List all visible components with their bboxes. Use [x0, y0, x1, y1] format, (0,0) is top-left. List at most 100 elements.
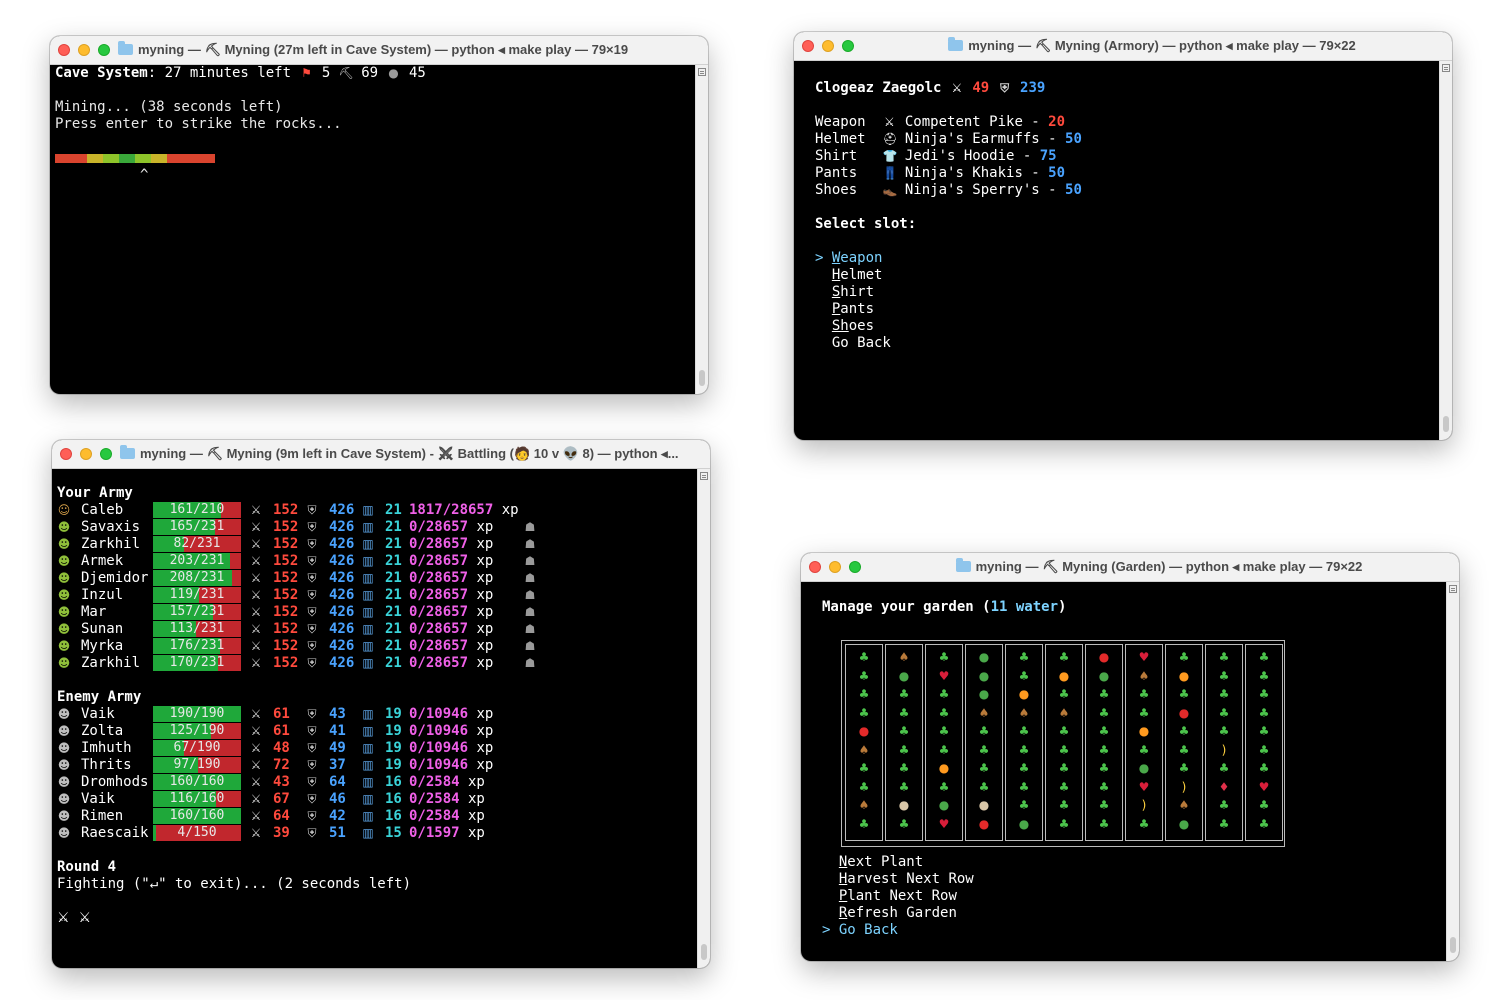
- scroll-thumb[interactable]: [1443, 416, 1449, 432]
- sprout-icon[interactable]: ♣: [1166, 760, 1202, 777]
- sprout-icon[interactable]: ♣: [1206, 649, 1242, 666]
- sprout-icon[interactable]: ♣: [926, 649, 962, 666]
- scroll-thumb[interactable]: [699, 370, 705, 386]
- sprout-icon[interactable]: ♣: [926, 705, 962, 722]
- scrollbar[interactable]: [697, 469, 710, 968]
- sprout-icon[interactable]: ♣: [1166, 686, 1202, 703]
- garden-menu-item[interactable]: Plant Next Row: [822, 888, 957, 905]
- sprout-icon[interactable]: ♣: [1086, 779, 1122, 796]
- sprout-icon[interactable]: ♣: [1206, 705, 1242, 722]
- terminal-content[interactable]: Your Army ☺ Caleb 161/210 ⚔ 152 ⛨ 426 ▥ 21 1817/2…: [52, 469, 698, 968]
- sprout-icon[interactable]: ♣: [1206, 723, 1242, 740]
- minimize-button[interactable]: [822, 40, 834, 52]
- sprout-icon[interactable]: ♣: [966, 742, 1002, 759]
- sprout-icon[interactable]: ♣: [1046, 779, 1082, 796]
- sprout-icon[interactable]: ♣: [1246, 723, 1282, 740]
- zoom-button[interactable]: [98, 44, 110, 56]
- orange-icon[interactable]: ●: [926, 760, 962, 777]
- close-button[interactable]: [802, 40, 814, 52]
- sprout-icon[interactable]: ♣: [1246, 668, 1282, 685]
- sprout-icon[interactable]: ♣: [1046, 686, 1082, 703]
- sprout-icon[interactable]: ♣: [1126, 705, 1162, 722]
- melon-icon[interactable]: ●: [1126, 760, 1162, 777]
- sprout-icon[interactable]: ♣: [966, 760, 1002, 777]
- banana-icon[interactable]: ): [1126, 797, 1162, 814]
- sprout-icon[interactable]: ♣: [1006, 779, 1042, 796]
- title-bar[interactable]: myning — ⛏ Myning (27m left in Cave Syst…: [50, 36, 708, 65]
- sprout-icon[interactable]: ♣: [1166, 649, 1202, 666]
- slot-menu-item[interactable]: Go Back: [815, 335, 891, 352]
- cherry-icon[interactable]: ♥: [1126, 779, 1162, 796]
- title-bar[interactable]: myning — ⛏ Myning (9m left in Cave Syste…: [52, 440, 710, 469]
- scroll-split-icon[interactable]: [700, 472, 708, 480]
- scroll-split-icon[interactable]: [1442, 64, 1450, 72]
- close-button[interactable]: [809, 561, 821, 573]
- sprout-icon[interactable]: ♣: [1126, 686, 1162, 703]
- orange-icon[interactable]: ●: [1046, 668, 1082, 685]
- slot-menu-item[interactable]: Shoes: [815, 318, 874, 335]
- sprout-icon[interactable]: ♣: [886, 686, 922, 703]
- pot-icon[interactable]: ♠: [1006, 705, 1042, 722]
- zoom-button[interactable]: [100, 448, 112, 460]
- sprout-icon[interactable]: ♣: [846, 668, 882, 685]
- slot-menu-item[interactable]: Shirt: [815, 284, 874, 301]
- apple-icon[interactable]: ●: [846, 723, 882, 740]
- pot-icon[interactable]: ♠: [886, 649, 922, 666]
- sprout-icon[interactable]: ♣: [926, 686, 962, 703]
- melon-icon[interactable]: ●: [926, 797, 962, 814]
- sprout-icon[interactable]: ♣: [846, 779, 882, 796]
- sprout-icon[interactable]: ♣: [886, 742, 922, 759]
- melon-icon[interactable]: ●: [886, 668, 922, 685]
- terminal-content[interactable]: Cave System: 27 minutes left ⚑ 5 ⛏ 69 ● …: [50, 65, 696, 394]
- cherry-icon[interactable]: ♥: [926, 668, 962, 685]
- sprout-icon[interactable]: ♣: [926, 779, 962, 796]
- sprout-icon[interactable]: ♣: [1246, 649, 1282, 666]
- sprout-icon[interactable]: ♣: [846, 816, 882, 833]
- melon-icon[interactable]: ●: [966, 668, 1002, 685]
- sprout-icon[interactable]: ♣: [1006, 797, 1042, 814]
- title-bar[interactable]: myning — ⛏ Myning (Armory) — python ◂ ma…: [794, 32, 1452, 61]
- apple-icon[interactable]: ●: [1166, 705, 1202, 722]
- sprout-icon[interactable]: ♣: [1086, 705, 1122, 722]
- sprout-icon[interactable]: ♣: [1206, 816, 1242, 833]
- pot-icon[interactable]: ♠: [846, 797, 882, 814]
- sprout-icon[interactable]: ♣: [1086, 760, 1122, 777]
- sprout-icon[interactable]: ♣: [1046, 649, 1082, 666]
- melon-icon[interactable]: ●: [966, 686, 1002, 703]
- sprout-icon[interactable]: ♣: [1046, 723, 1082, 740]
- sprout-icon[interactable]: ♣: [1086, 797, 1122, 814]
- terminal-content[interactable]: Clogeaz Zaegolc ⚔ 49 ⛨ 239 Weapon ⚔ Comp…: [794, 61, 1440, 440]
- sprout-icon[interactable]: ♣: [926, 742, 962, 759]
- melon-icon[interactable]: ●: [1086, 668, 1122, 685]
- sprout-icon[interactable]: ♣: [1086, 723, 1122, 740]
- cherry-icon[interactable]: ♥: [1246, 779, 1282, 796]
- sprout-icon[interactable]: ♣: [1206, 668, 1242, 685]
- sprout-icon[interactable]: ♣: [1086, 686, 1122, 703]
- sprout-icon[interactable]: ♣: [1206, 797, 1242, 814]
- melon-icon[interactable]: ●: [1006, 816, 1042, 833]
- coconut-icon[interactable]: ●: [886, 797, 922, 814]
- sprout-icon[interactable]: ♣: [1006, 742, 1042, 759]
- sprout-icon[interactable]: ♣: [1006, 649, 1042, 666]
- cherry-icon[interactable]: ♥: [926, 816, 962, 833]
- sprout-icon[interactable]: ♣: [886, 816, 922, 833]
- banana-icon[interactable]: ): [1166, 779, 1202, 796]
- sprout-icon[interactable]: ♣: [966, 723, 1002, 740]
- close-button[interactable]: [60, 448, 72, 460]
- title-bar[interactable]: myning — ⛏ Myning (Garden) — python ◂ ma…: [801, 553, 1459, 582]
- zoom-button[interactable]: [849, 561, 861, 573]
- sprout-icon[interactable]: ♣: [846, 760, 882, 777]
- slot-menu-item[interactable]: > Weapon: [815, 250, 882, 267]
- banana-icon[interactable]: ): [1206, 742, 1242, 759]
- sprout-icon[interactable]: ♣: [846, 686, 882, 703]
- orange-icon[interactable]: ●: [1126, 723, 1162, 740]
- garden-menu-item[interactable]: Harvest Next Row: [822, 871, 974, 888]
- melon-icon[interactable]: ●: [1166, 816, 1202, 833]
- scroll-thumb[interactable]: [1450, 937, 1456, 953]
- garden-menu-item[interactable]: Refresh Garden: [822, 905, 957, 922]
- sprout-icon[interactable]: ♣: [1126, 816, 1162, 833]
- orange-icon[interactable]: ●: [1166, 668, 1202, 685]
- sprout-icon[interactable]: ♣: [1046, 742, 1082, 759]
- melon-icon[interactable]: ●: [966, 649, 1002, 666]
- orange-icon[interactable]: ●: [1006, 686, 1042, 703]
